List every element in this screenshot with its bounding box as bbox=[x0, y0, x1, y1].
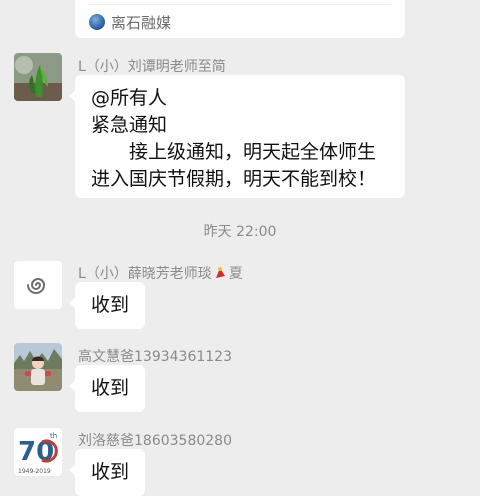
media-source-icon bbox=[89, 14, 105, 30]
chat-timestamp: 昨天 22:00 bbox=[203, 224, 277, 240]
card-divider bbox=[89, 4, 391, 5]
sender-name: 刘洛慈爸18603580280 bbox=[78, 433, 232, 449]
message-line: 进入国庆节假期，明天不能到校！ bbox=[91, 168, 377, 190]
sender-name: 高文慧爸13934361123 bbox=[78, 349, 232, 365]
red-sticker-icon bbox=[213, 266, 228, 280]
message-bubble[interactable]: @所有人 紧急通知 接上级通知，明天起全体师生 进入国庆节假期，明天不能到校！ bbox=[69, 75, 405, 198]
spiral-logo-icon bbox=[14, 261, 62, 309]
sender-name: L（小）薛晓芳老师琰夏 bbox=[78, 263, 243, 283]
svg-text:1949-2019: 1949-2019 bbox=[18, 468, 51, 475]
message-bubble[interactable]: 收到 bbox=[69, 449, 145, 496]
svg-text:th: th bbox=[50, 432, 57, 440]
avatar[interactable] bbox=[14, 53, 62, 101]
message-text: 收到 bbox=[90, 294, 129, 316]
sender-name-text: L（小）薛晓芳老师琰 bbox=[78, 266, 212, 282]
avatar[interactable] bbox=[14, 261, 62, 309]
shared-link-card[interactable]: 离石融媒 bbox=[75, 0, 405, 38]
child-photo-icon bbox=[14, 343, 62, 391]
avatar[interactable] bbox=[14, 343, 62, 391]
mention-all-text[interactable]: @所有人 bbox=[91, 85, 405, 112]
avatar[interactable]: 70 th 1949-2019 bbox=[14, 428, 62, 476]
message-bubble[interactable]: 收到 bbox=[69, 282, 145, 329]
sender-name-suffix: 夏 bbox=[228, 266, 243, 282]
anniversary-70-logo-icon: 70 th 1949-2019 bbox=[14, 428, 62, 476]
message-line: 紧急通知 bbox=[91, 114, 168, 136]
message-bubble[interactable]: 收到 bbox=[69, 365, 145, 412]
message-line: 接上级通知，明天起全体师生 bbox=[91, 141, 377, 163]
sender-name: L（小）刘谭明老师至简 bbox=[78, 59, 226, 75]
plant-photo-icon bbox=[14, 53, 62, 101]
message-text: 收到 bbox=[90, 377, 129, 399]
card-source-name: 离石融媒 bbox=[111, 14, 172, 32]
